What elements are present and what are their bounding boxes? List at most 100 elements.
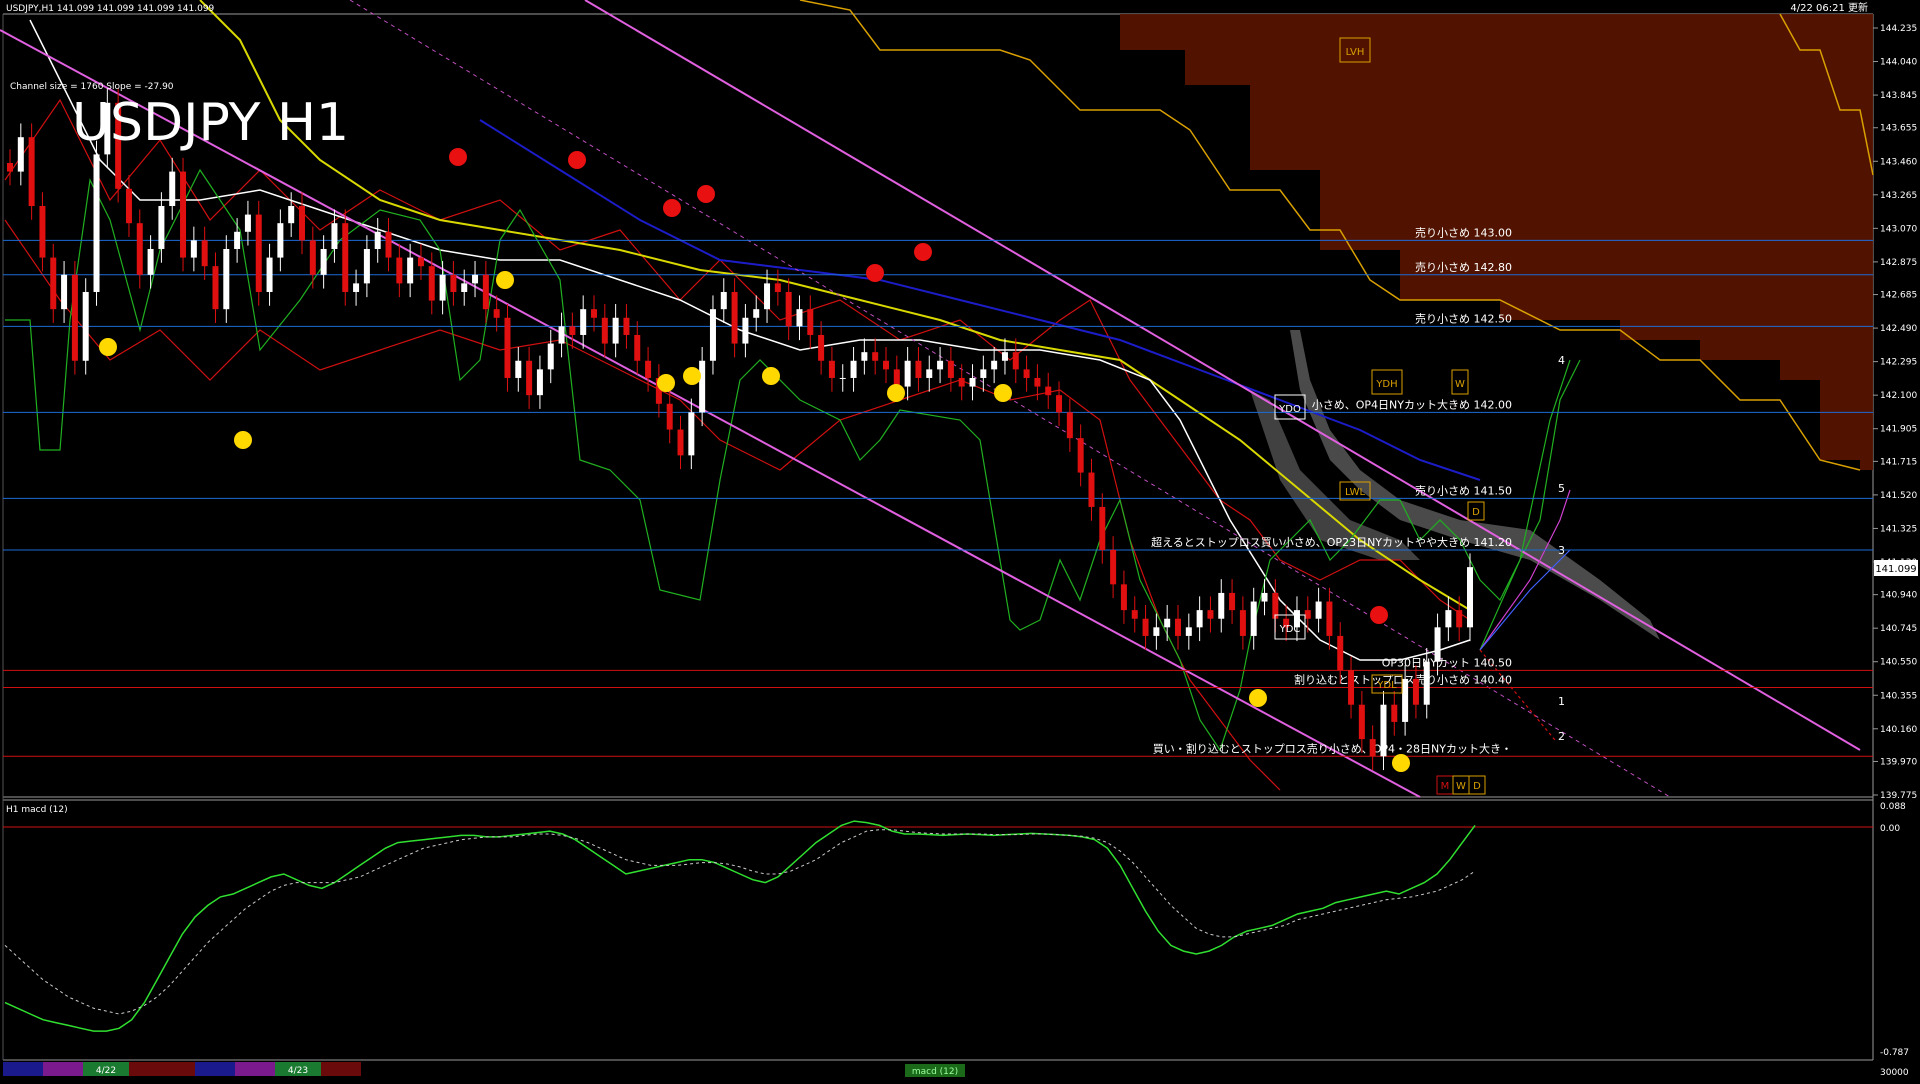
candle-body (1045, 386, 1052, 396)
candle-body (699, 360, 706, 413)
candle-body (1110, 549, 1117, 585)
level-label: OP30日NYカット 140.50 (1382, 656, 1512, 669)
candle-body (839, 377, 846, 379)
candle-body (1304, 610, 1311, 619)
candle-body (1467, 567, 1473, 628)
candle-body (342, 223, 349, 292)
candle-body (1066, 412, 1073, 439)
candle-body (39, 205, 46, 258)
candle-body (1423, 661, 1430, 705)
candle-body (937, 360, 944, 370)
candle-body (645, 360, 652, 378)
candle-body (482, 274, 489, 310)
candle-body (320, 248, 327, 275)
candle-body (1369, 739, 1376, 757)
candle-body (277, 223, 284, 258)
candle-body (331, 223, 338, 249)
price-axis-label: 140.745 (1880, 624, 1917, 634)
candle-body (396, 257, 403, 284)
current-price-label: 141.099 (1875, 564, 1916, 575)
candle-body (472, 274, 479, 284)
candle-body (1196, 610, 1203, 628)
candle-body (7, 162, 13, 172)
candle-body (926, 369, 933, 378)
candle-body (1380, 704, 1387, 757)
svg-text:D: D (1472, 507, 1480, 518)
candle-body (580, 309, 587, 335)
level-label: 買い・割り込むとストップロス売り小さめ、OP4・28日NYカット大き・ (1153, 741, 1512, 755)
candle-body (180, 171, 187, 258)
candle-body (1218, 592, 1225, 619)
candle-body (677, 429, 684, 456)
price-axis-label: 141.715 (1880, 457, 1917, 467)
candle-body (136, 223, 143, 275)
candle-body (980, 369, 987, 378)
price-axis-label: 142.685 (1880, 291, 1917, 301)
price-axis-label: 142.875 (1880, 258, 1917, 268)
svg-text:D: D (1473, 781, 1481, 792)
candle-body (1315, 601, 1322, 619)
candle-body (991, 360, 998, 370)
candle-body (742, 317, 749, 344)
price-axis-label: 144.040 (1880, 58, 1917, 68)
candle-body (50, 257, 57, 310)
date-label-1: 4/22 (96, 1066, 116, 1076)
price-axis-label: 141.325 (1880, 524, 1917, 534)
candle-body (1099, 506, 1106, 550)
candle-body (82, 291, 89, 361)
updated-time: 4/22 06:21 更新 (1790, 1, 1868, 14)
candle-body (861, 352, 868, 361)
svg-text:1: 1 (1558, 695, 1565, 708)
candle-body (28, 137, 35, 206)
candle-body (515, 360, 522, 378)
candle-body (417, 257, 424, 267)
svg-text:LWL: LWL (1345, 487, 1366, 498)
price-axis-label: 140.160 (1880, 725, 1917, 735)
candle-body (1012, 352, 1019, 370)
svg-text:5: 5 (1558, 482, 1565, 495)
price-axis-label: 140.355 (1880, 691, 1917, 701)
candle-body (785, 291, 792, 327)
candle-body (1348, 670, 1355, 705)
candle-body (93, 154, 100, 292)
candle-body (493, 309, 500, 318)
candle-body (234, 231, 241, 249)
candle-body (1445, 610, 1452, 628)
candle-body (828, 360, 835, 378)
candle-body (1077, 438, 1084, 473)
svg-text:3: 3 (1558, 544, 1565, 557)
candle-body (71, 274, 78, 361)
candle-body (1153, 627, 1160, 636)
candle-body (591, 309, 597, 318)
date-label-2: 4/23 (288, 1066, 308, 1076)
candle-body (461, 283, 468, 292)
candle-body (1337, 635, 1344, 671)
candle-body (774, 283, 781, 292)
candle-body (547, 343, 554, 370)
candle-body (883, 360, 889, 370)
candle-body (158, 205, 165, 249)
candle-body (223, 248, 230, 310)
candle-body (612, 317, 619, 344)
candle-body (407, 257, 414, 284)
candle-body (558, 326, 565, 344)
candle-body (915, 360, 922, 378)
candle-body (1239, 610, 1246, 636)
symbol-info: USDJPY,H1 141.099 141.099 141.099 141.09… (6, 4, 215, 14)
svg-text:2: 2 (1558, 730, 1565, 743)
svg-text:YDC: YDC (1279, 624, 1301, 635)
price-axis-label: 139.775 (1880, 791, 1917, 801)
candle-body (904, 360, 911, 387)
candle-body (212, 266, 219, 310)
macd-label: H1 macd (12) (6, 805, 68, 815)
big-title: USDJPY H1 (72, 93, 349, 153)
candle-body (818, 334, 825, 361)
macd-axis-bottom: -0.787 (1880, 1048, 1909, 1058)
candle-body (255, 214, 262, 292)
candle-body (526, 360, 533, 396)
indicator-button-label: macd (12) (912, 1067, 958, 1077)
price-axis-label: 143.070 (1880, 224, 1917, 234)
candle-body (872, 352, 879, 361)
candle-body (1023, 369, 1030, 378)
candle-body (201, 240, 208, 267)
